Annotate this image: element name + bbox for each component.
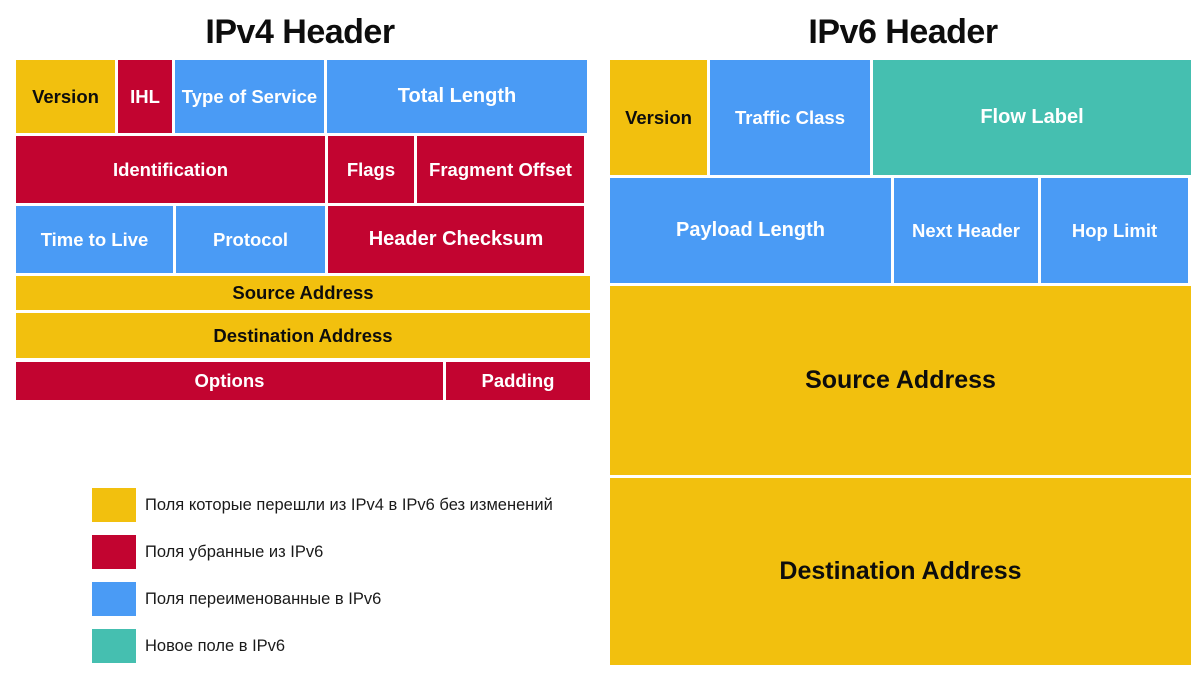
- ipv6-field-payload-length[interactable]: Payload Length: [610, 178, 891, 283]
- ipv4-field-ihl[interactable]: IHL: [118, 60, 172, 133]
- ipv4-row: Options Padding: [16, 362, 590, 400]
- ipv6-field-source-address[interactable]: Source Address: [610, 286, 1191, 475]
- ipv4-field-destination-address[interactable]: Destination Address: [16, 313, 590, 358]
- ipv4-field-version[interactable]: Version: [16, 60, 115, 133]
- ipv6-header-table: Version Traffic Class Flow Label Payload…: [610, 60, 1191, 668]
- ipv4-field-time-to-live[interactable]: Time to Live: [16, 206, 173, 273]
- ipv6-field-traffic-class[interactable]: Traffic Class: [710, 60, 870, 175]
- ipv6-header-panel: IPv6 Header Version Traffic Class Flow L…: [603, 0, 1203, 678]
- ipv4-field-source-address[interactable]: Source Address: [16, 276, 590, 310]
- ipv6-field-flow-label[interactable]: Flow Label: [873, 60, 1191, 175]
- ipv4-field-identification[interactable]: Identification: [16, 136, 325, 203]
- legend-item: Поля убранные из IPv6: [92, 534, 612, 570]
- ipv4-field-flags[interactable]: Flags: [328, 136, 414, 203]
- ipv6-row: Source Address: [610, 286, 1191, 475]
- legend-label-renamed: Поля переименованные в IPv6: [145, 589, 382, 608]
- ipv4-field-options[interactable]: Options: [16, 362, 443, 400]
- ipv6-row: Payload Length Next Header Hop Limit: [610, 178, 1191, 283]
- legend-label-removed: Поля убранные из IPv6: [145, 542, 324, 561]
- ipv4-row: Source Address: [16, 276, 590, 310]
- ipv4-field-type-of-service[interactable]: Type of Service: [175, 60, 324, 133]
- ipv4-field-padding[interactable]: Padding: [446, 362, 590, 400]
- ipv4-field-total-length[interactable]: Total Length: [327, 60, 587, 133]
- ipv6-panel-title: IPv6 Header: [808, 13, 998, 51]
- legend-swatch-renamed: [92, 582, 136, 616]
- legend-swatch-new: [92, 629, 136, 663]
- legend-label-unchanged: Поля которые перешли из IPv4 в IPv6 без …: [145, 495, 553, 514]
- legend: Поля которые перешли из IPv4 в IPv6 без …: [92, 487, 612, 664]
- legend-item: Поля которые перешли из IPv4 в IPv6 без …: [92, 487, 612, 523]
- ipv6-row: Destination Address: [610, 478, 1191, 665]
- ipv4-row: Time to Live Protocol Header Checksum: [16, 206, 590, 273]
- ipv6-field-next-header[interactable]: Next Header: [894, 178, 1038, 283]
- legend-swatch-unchanged: [92, 488, 136, 522]
- ipv4-header-table: Version IHL Type of Service Total Length…: [16, 60, 590, 403]
- legend-item: Поля переименованные в IPv6: [92, 581, 612, 617]
- ipv6-field-destination-address[interactable]: Destination Address: [610, 478, 1191, 665]
- ipv4-field-fragment-offset[interactable]: Fragment Offset: [417, 136, 584, 203]
- ipv4-row: Destination Address: [16, 313, 590, 358]
- legend-item: Новое поле в IPv6: [92, 628, 612, 664]
- ipv4-row: Identification Flags Fragment Offset: [16, 136, 590, 203]
- ipv6-field-version[interactable]: Version: [610, 60, 707, 175]
- ipv6-field-hop-limit[interactable]: Hop Limit: [1041, 178, 1188, 283]
- ipv4-field-protocol[interactable]: Protocol: [176, 206, 325, 273]
- ipv6-row: Version Traffic Class Flow Label: [610, 60, 1191, 175]
- legend-label-new: Новое поле в IPv6: [145, 636, 286, 655]
- ipv4-field-header-checksum[interactable]: Header Checksum: [328, 206, 584, 273]
- ipv4-row: Version IHL Type of Service Total Length: [16, 60, 590, 133]
- ipv4-header-panel: IPv4 Header Version IHL Type of Service …: [0, 0, 600, 663]
- legend-swatch-removed: [92, 535, 136, 569]
- ipv4-panel-title: IPv4 Header: [205, 13, 395, 51]
